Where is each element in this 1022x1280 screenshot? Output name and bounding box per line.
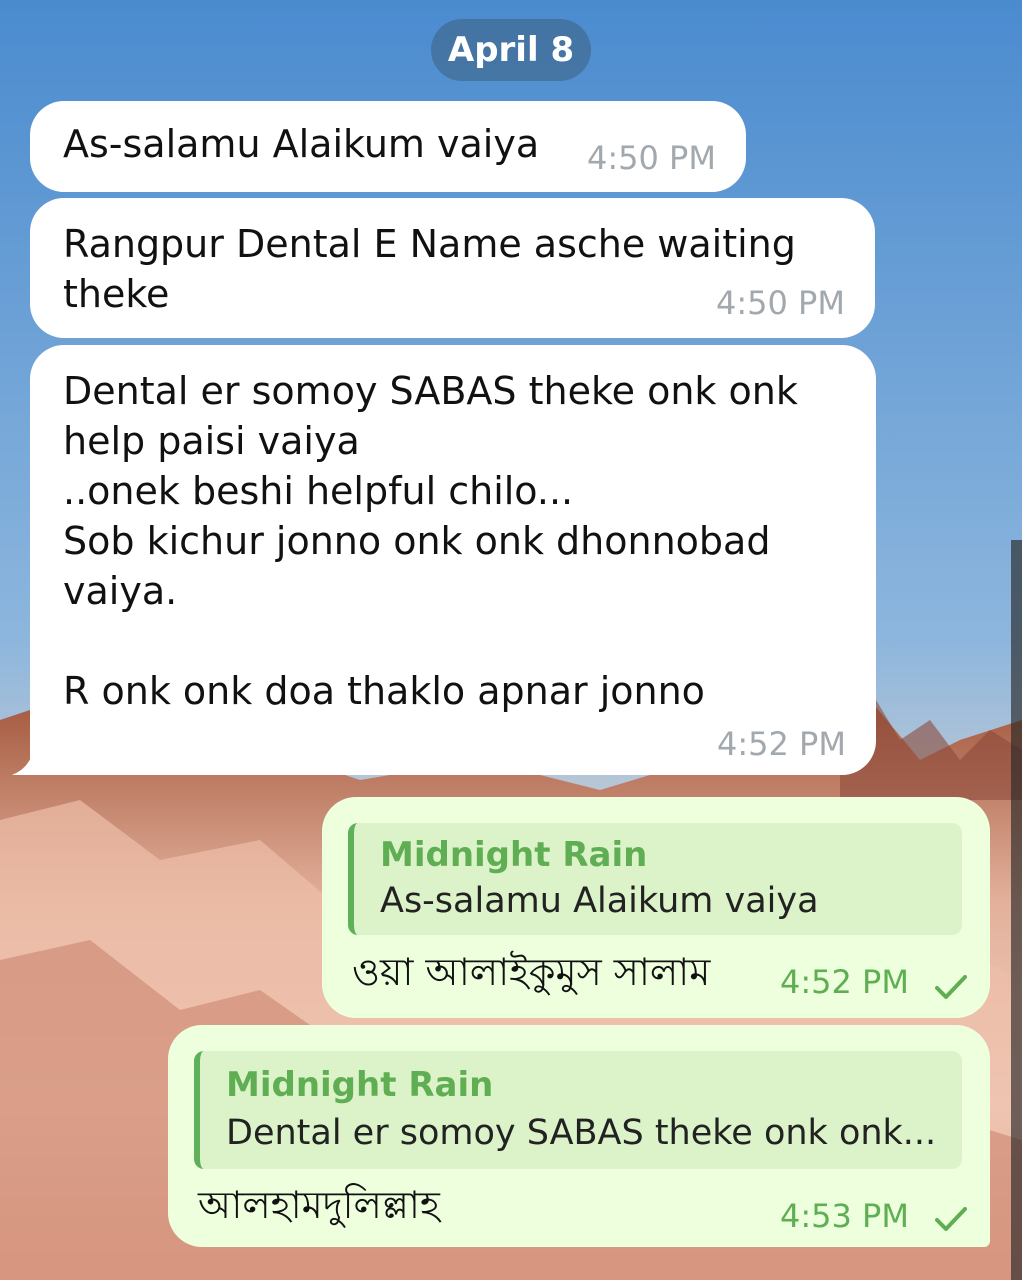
reply-snippet: Dental er somoy SABAS theke onk onk... xyxy=(226,1113,937,1153)
message-time: 4:50 PM xyxy=(587,139,716,177)
message-text: Dental er somoy SABAS theke onk onk help… xyxy=(63,369,798,713)
reply-author: Midnight Rain xyxy=(380,835,648,875)
message-text: ওয়া আলাইকুমুস সালাম xyxy=(352,950,711,994)
bubble-tail xyxy=(12,745,42,775)
single-check-icon xyxy=(935,975,967,999)
scrollbar[interactable] xyxy=(1011,540,1022,1280)
message-text: As-salamu Alaikum vaiya xyxy=(63,122,540,166)
message-time: 4:53 PM xyxy=(780,1197,909,1235)
date-label: April 8 xyxy=(447,30,575,70)
date-separator: April 8 xyxy=(431,19,591,81)
outgoing-message[interactable]: Midnight Rain As-salamu Alaikum vaiya ওয… xyxy=(322,797,990,1018)
incoming-message[interactable]: As-salamu Alaikum vaiya 4:50 PM xyxy=(30,101,746,192)
reply-author: Midnight Rain xyxy=(226,1065,494,1105)
message-time: 4:52 PM xyxy=(717,725,846,763)
incoming-message[interactable]: Rangpur Dental E Name asche waiting thek… xyxy=(30,198,875,338)
single-check-icon xyxy=(935,1207,967,1231)
outgoing-message[interactable]: Midnight Rain Dental er somoy SABAS thek… xyxy=(168,1025,990,1247)
message-text: আলহামদুলিল্লাহ xyxy=(198,1183,440,1227)
reply-quote[interactable]: Midnight Rain As-salamu Alaikum vaiya xyxy=(348,823,962,935)
message-time: 4:52 PM xyxy=(780,963,909,1001)
reply-snippet: As-salamu Alaikum vaiya xyxy=(380,881,819,921)
reply-quote[interactable]: Midnight Rain Dental er somoy SABAS thek… xyxy=(194,1051,962,1169)
incoming-message[interactable]: Dental er somoy SABAS theke onk onk help… xyxy=(30,345,876,775)
message-text: Rangpur Dental E Name asche waiting thek… xyxy=(63,222,796,316)
message-time: 4:50 PM xyxy=(716,284,845,322)
